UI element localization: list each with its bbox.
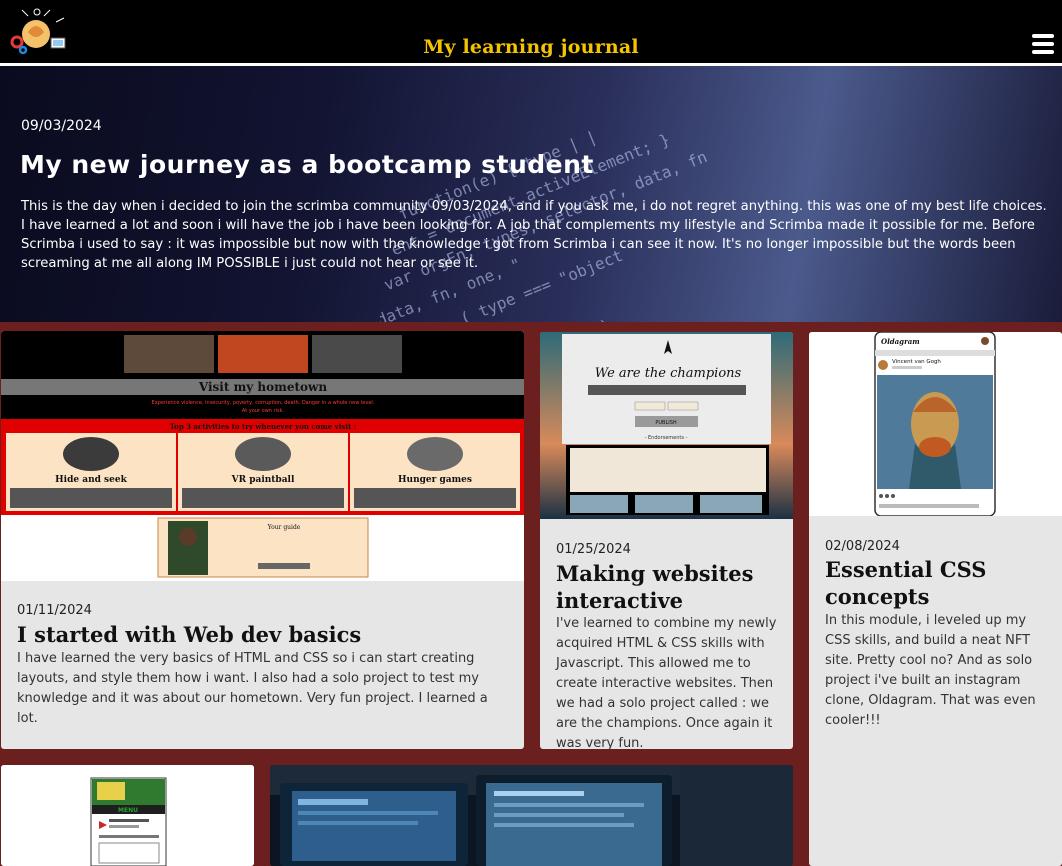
menu-project-thumbnail: MENU (1, 765, 254, 866)
post-card-bottom-left[interactable]: MENU (1, 765, 254, 866)
post-card-css-concepts[interactable]: Oldagram Vincent van Gogh 02/08/2024 Ess… (809, 332, 1062, 866)
thumb-menu-label: MENU (118, 807, 138, 814)
hero-date: 09/03/2024 (21, 118, 102, 134)
post-title: Essential CSS concepts (825, 557, 987, 609)
post-card-bottom-wide[interactable] (270, 765, 793, 866)
thumb-app-name: Oldagram (881, 337, 920, 346)
post-text: In this module, i leveled up my CSS skil… (825, 613, 1036, 728)
thumb-label: - Endorsements - (645, 435, 688, 441)
hero-title: My new journey as a bootcamp student (20, 150, 594, 179)
post-text: I have learned the very basics of HTML a… (17, 651, 488, 726)
post-date: 01/25/2024 (556, 542, 631, 557)
thumb-heading: We are the champions (595, 366, 742, 381)
champions-project-thumbnail: We are the champions PUBLISH - Endorseme… (540, 332, 793, 519)
post-title: Making websites interactive (556, 561, 754, 613)
post-date: 02/08/2024 (825, 539, 900, 554)
thumb-button: PUBLISH (655, 420, 677, 426)
thumb-banner: Visit my hometown (198, 380, 327, 394)
code-background-image: function(e) { type | | ent = document.ac… (380, 127, 710, 322)
post-card-web-dev-basics[interactable]: Visit my hometown Experience violence, i… (1, 331, 524, 749)
site-header: My learning journal (0, 0, 1062, 66)
hometown-project-thumbnail: Visit my hometown Experience violence, i… (1, 331, 524, 581)
hero-post[interactable]: function(e) { type | | ent = document.ac… (0, 66, 1062, 322)
thumb-activity-1: Hide and seek (55, 475, 127, 485)
hero-text: This is the day when i decided to join t… (21, 199, 1047, 271)
thumb-section-title: Top 3 activities to try whenever you com… (170, 422, 356, 431)
thumb-activity-3: Hunger games (398, 475, 472, 485)
thumb-subtitle-2: At your own risk. (242, 408, 285, 414)
thumb-user: Vincent van Gogh (892, 359, 941, 365)
oldagram-project-thumbnail: Oldagram Vincent van Gogh (809, 332, 1062, 516)
thumb-activity-2: VR paintball (231, 475, 295, 485)
post-card-interactive-websites[interactable]: We are the champions PUBLISH - Endorseme… (540, 332, 793, 749)
hamburger-menu-icon[interactable] (1032, 34, 1054, 54)
post-title: I started with Web dev basics (17, 622, 362, 647)
post-date: 01/11/2024 (17, 603, 92, 618)
thumb-subtitle: Experience violence, insecurity, poverty… (152, 400, 375, 406)
monitors-photo-thumbnail (270, 765, 793, 866)
post-text: I've learned to combine my newly acquire… (556, 616, 777, 749)
site-title: My learning journal (423, 36, 639, 58)
thumb-guide-title: Your guide (267, 524, 301, 531)
